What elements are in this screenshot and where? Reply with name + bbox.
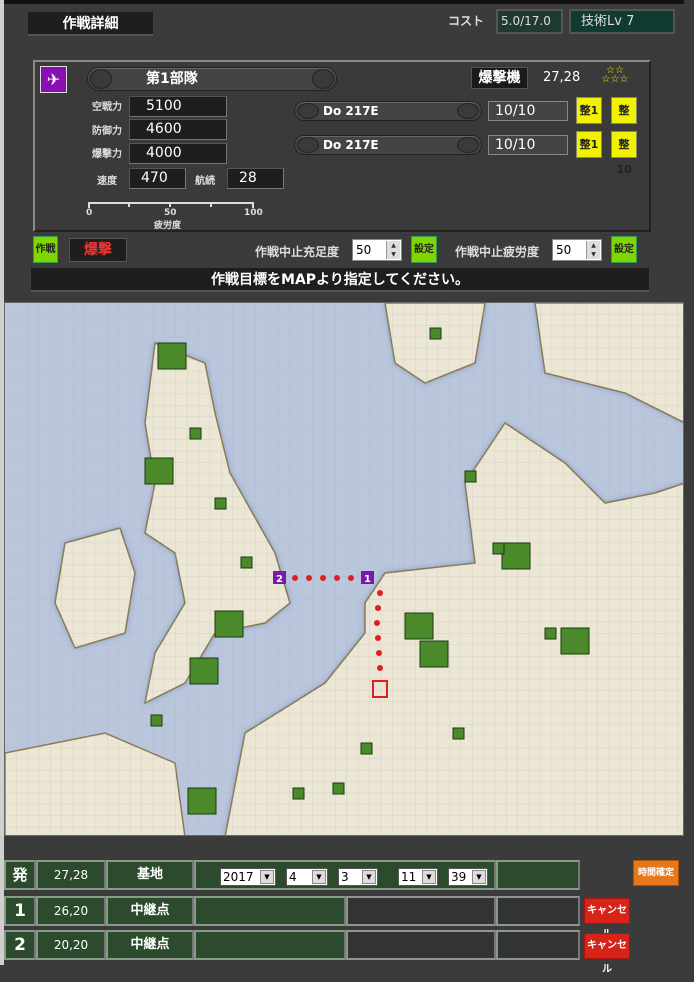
table-row: 発 27,28 基地 2017 ▼ 4 ▼ 3 ▼ 11 ▼ 39 ▼ (4, 860, 580, 890)
set-satisfaction-button[interactable]: 設定 (411, 236, 437, 263)
scale-label: 100 (244, 208, 263, 218)
rank-stars-icon: ☆☆ ☆☆☆ (601, 65, 629, 85)
dropdown-arrow-icon[interactable]: ▼ (312, 870, 326, 884)
bomb-value: 4000 (129, 143, 227, 164)
maintain-1-button[interactable]: 整1 (576, 131, 602, 158)
spinner-value: 50 (556, 243, 572, 257)
speed-value: 470 (129, 168, 186, 189)
waypoint-2-label: 2 (276, 574, 283, 585)
row-cell (496, 930, 580, 960)
abort-satisfaction-label: 作戦中止充足度 (255, 245, 340, 259)
unit-name[interactable]: 第1部隊 (87, 67, 337, 91)
datetime-cell: 2017 ▼ 4 ▼ 3 ▼ 11 ▼ 39 ▼ (194, 860, 496, 890)
dropdown-arrow-icon[interactable]: ▼ (362, 870, 376, 884)
minute-select[interactable]: 39 ▼ (448, 868, 488, 886)
aircraft-count-1: 10/10 (488, 101, 568, 121)
operation-map[interactable]: 2 1 (4, 302, 684, 836)
scale-label: 0 (86, 208, 93, 218)
speed-label: 速度 (97, 176, 117, 187)
plane-icon: ✈ (40, 66, 67, 93)
fatigue-label: 疲労度 (154, 221, 182, 231)
scale-tick (169, 202, 171, 207)
cancel-button[interactable]: キャンセル (584, 898, 630, 940)
hour-select[interactable]: 11 ▼ (398, 868, 438, 886)
operation-button[interactable]: 作戦 (33, 236, 58, 263)
def-label: 防御力 (92, 126, 122, 137)
year-select[interactable]: 2017 ▼ (220, 868, 276, 886)
page-title: 作戦詳細 (28, 12, 153, 36)
mission-mode: 爆撃 (69, 238, 127, 262)
year-value: 2017 (223, 870, 254, 884)
row-kind: 中継点 (106, 930, 194, 960)
table-row: 2 20,20 中継点 (4, 930, 580, 960)
maintain-10-button[interactable]: 整10 (611, 131, 637, 176)
row-kind: 中継点 (106, 896, 194, 926)
dropdown-arrow-icon[interactable]: ▼ (422, 870, 436, 884)
row-id: 1 (4, 896, 36, 926)
cost-value: 5.0/17.0 (496, 9, 563, 34)
abort-fatigue-label: 作戦中止疲労度 (455, 245, 540, 259)
row-cell (496, 896, 580, 926)
maintain-1-button[interactable]: 整1 (576, 97, 602, 124)
air-label: 空戦力 (92, 102, 122, 113)
month-value: 4 (289, 870, 297, 884)
table-row: 1 26,20 中継点 (4, 896, 580, 926)
row-coord: 20,20 (36, 930, 106, 960)
instruction-message: 作戦目標をMAPより指定してください。 (31, 268, 649, 292)
spinner-arrows-icon[interactable]: ▲ ▼ (386, 241, 400, 259)
map-grid (5, 303, 683, 835)
scale-tick (128, 202, 130, 207)
bomb-label: 爆撃力 (92, 149, 122, 160)
aircraft-count-2: 10/10 (488, 135, 568, 155)
row-coord: 27,28 (36, 860, 106, 890)
row-cell (346, 896, 496, 926)
day-select[interactable]: 3 ▼ (338, 868, 378, 886)
tech-level: 技術Lv 7 (569, 9, 675, 34)
month-select[interactable]: 4 ▼ (286, 868, 328, 886)
def-value: 4600 (129, 119, 227, 140)
row-cell (346, 930, 496, 960)
waypoint-1-label: 1 (364, 574, 371, 585)
set-fatigue-button[interactable]: 設定 (611, 236, 637, 263)
cost-label: コスト (448, 14, 485, 28)
row-extra (496, 860, 580, 890)
abort-satisfaction-spinner[interactable]: 50 ▲ ▼ (352, 239, 402, 261)
minute-value: 39 (451, 870, 467, 884)
confirm-time-button[interactable]: 時間確定 (633, 860, 679, 886)
scale-label: 50 (164, 208, 177, 218)
dropdown-arrow-icon[interactable]: ▼ (260, 870, 274, 884)
row-coord: 26,20 (36, 896, 106, 926)
aircraft-slot-2[interactable]: Do 217E (294, 135, 482, 155)
row-cell (194, 896, 346, 926)
dropdown-arrow-icon[interactable]: ▼ (472, 870, 486, 884)
unit-type: 爆撃機 (471, 67, 528, 89)
maintain-10-button[interactable]: 整10 (611, 97, 637, 142)
abort-fatigue-spinner[interactable]: 50 ▲ ▼ (552, 239, 602, 261)
range-value: 28 (227, 168, 284, 189)
row-cell (194, 930, 346, 960)
day-value: 3 (341, 870, 349, 884)
scale-tick (210, 202, 212, 207)
row-id: 発 (4, 860, 36, 890)
spinner-value: 50 (356, 243, 372, 257)
map-canvas[interactable]: 2 1 (5, 303, 684, 836)
aircraft-slot-1[interactable]: Do 217E (294, 101, 482, 121)
top-border (0, 0, 684, 4)
base-coord: 27,28 (543, 70, 581, 85)
air-value: 5100 (129, 96, 227, 117)
range-label: 航続 (195, 176, 215, 187)
row-id: 2 (4, 930, 36, 960)
spinner-arrows-icon[interactable]: ▲ ▼ (586, 241, 600, 259)
hour-value: 11 (401, 870, 417, 884)
row-kind: 基地 (106, 860, 194, 890)
cancel-button[interactable]: キャンセル (584, 933, 630, 975)
